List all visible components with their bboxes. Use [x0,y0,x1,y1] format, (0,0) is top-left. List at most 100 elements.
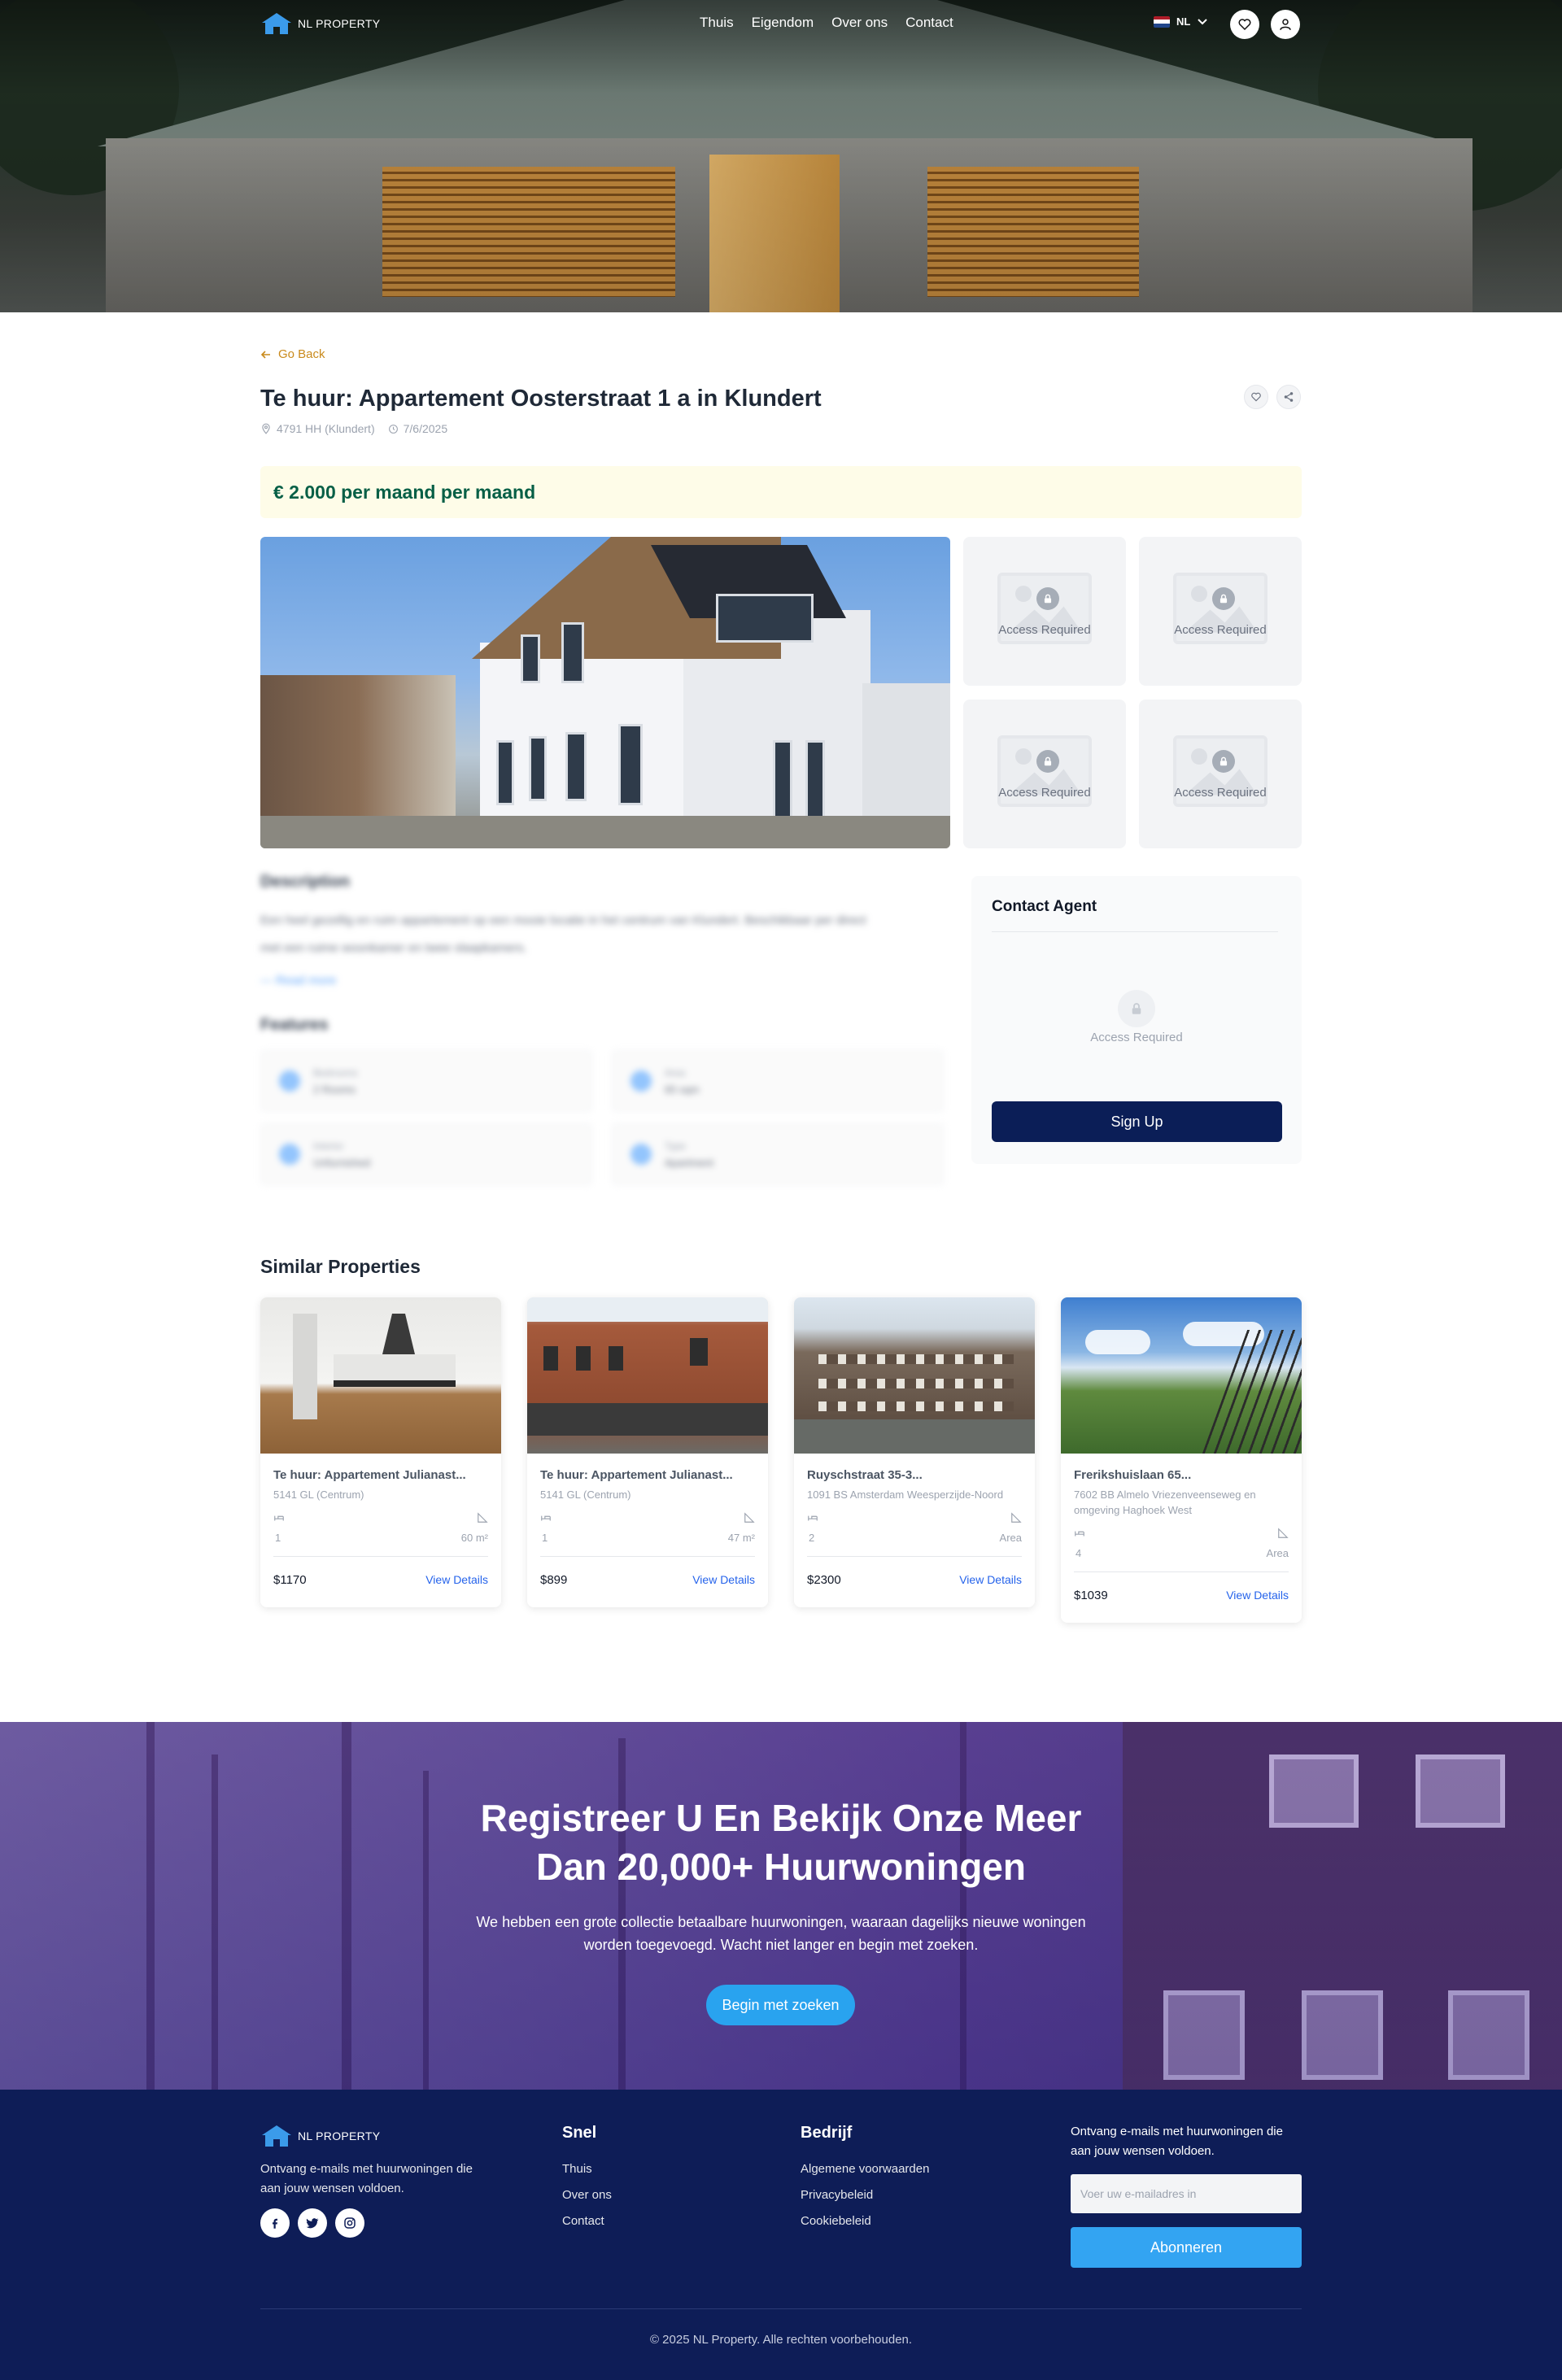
date-text: 7/6/2025 [403,422,448,435]
sign-up-button[interactable]: Sign Up [992,1101,1282,1142]
newsletter-email-input[interactable] [1071,2174,1302,2213]
view-details-link[interactable]: View Details [425,1573,488,1586]
card-address: 5141 GL (Centrum) [273,1489,364,1501]
similar-property-card[interactable]: Ruyschstraat 35-3... 1091 BS Amsterdam W… [794,1297,1035,1607]
bed-icon [808,1515,818,1521]
heart-icon [1238,19,1251,31]
feature-label: Area [665,1067,686,1079]
area-icon [1011,1512,1022,1523]
go-back-link[interactable]: Go Back [260,347,325,361]
cta-text: We hebben een grote collectie betaalbare… [472,1911,1090,1956]
bed-icon [541,1515,551,1521]
nav-link-contact[interactable]: Contact [905,15,953,31]
card-price: $2300 [807,1573,841,1587]
nav-link-thuis[interactable]: Thuis [700,15,734,31]
area-icon [630,1070,652,1092]
card-title: Ruyschstraat 35-3... [807,1468,923,1482]
card-address: 5141 GL (Centrum) [540,1489,631,1501]
facebook-icon [273,2218,277,2229]
feature-item: Bedrooms 2 Rooms [260,1050,592,1112]
property-title: Te huur: Appartement Oosterstraat 1 a in… [260,386,822,412]
site-footer: NL PROPERTY Ontvang e-mails met huurwoni… [0,2090,1562,2380]
heart-icon [1251,392,1261,402]
description-text: met een ruime woonkamer en twee slaapkam… [260,941,527,955]
date-meta: 7/6/2025 [388,422,448,435]
property-thumbnail[interactable] [794,1297,1035,1454]
house-logo-icon [262,13,291,34]
feature-label: Bedrooms [313,1067,358,1079]
card-price: $1039 [1074,1589,1108,1602]
blurred-details: Description Een heel gezellig en ruim ap… [260,873,952,1198]
instagram-button[interactable] [335,2208,364,2238]
card-beds: 2 [809,1532,815,1544]
description-text: Een heel gezellig en ruim appartement op… [260,913,866,927]
cta-text-line: We hebben een grote collectie betaalbare… [476,1914,1086,1930]
nav-link-eigendom[interactable]: Eigendom [752,15,814,31]
feature-value: 2 Rooms [313,1083,356,1096]
locked-photo-3: Access Required [963,700,1126,848]
account-button[interactable] [1271,10,1300,39]
view-details-link[interactable]: View Details [959,1573,1022,1586]
footer-logo[interactable]: NL PROPERTY [260,2124,380,2148]
card-price: $1170 [273,1573,307,1587]
bed-icon [1075,1531,1084,1537]
locked-photo-2: Access Required [1139,537,1302,686]
card-price: $899 [540,1573,568,1587]
view-details-link[interactable]: View Details [692,1573,755,1586]
start-search-button[interactable]: Begin met zoeken [706,1985,855,2025]
footer-description: Ontvang e-mails met huurwoningen die aan… [260,2162,473,2195]
access-required-label: Access Required [998,623,1091,637]
instagram-icon [344,2217,356,2229]
footer-link-terms[interactable]: Algemene voorwaarden [801,2162,929,2176]
property-thumbnail[interactable] [260,1297,501,1454]
footer-link-thuis[interactable]: Thuis [562,2162,592,2176]
area-icon [1278,1528,1289,1538]
lock-icon [1036,586,1059,610]
facebook-button[interactable] [260,2208,290,2238]
card-title: Te huur: Appartement Julianast... [273,1468,466,1482]
nav-link-over-ons[interactable]: Over ons [831,15,888,31]
feature-item: Area 65 sqm [612,1050,944,1112]
read-more-link[interactable]: — Read more [260,974,336,987]
footer-link-privacy[interactable]: Privacybeleid [801,2188,873,2202]
view-details-link[interactable]: View Details [1226,1589,1289,1602]
locked-photo-4: Access Required [1139,700,1302,848]
share-icon [1284,392,1294,402]
access-required-label: Access Required [1090,1031,1183,1044]
share-property-button[interactable] [1276,385,1301,409]
language-selector[interactable]: NL [1154,15,1208,28]
top-navbar: NL PROPERTY Thuis Eigendom Over ons Cont… [0,0,1562,49]
footer-link-over-ons[interactable]: Over ons [562,2188,612,2202]
footer-link-contact[interactable]: Contact [562,2214,604,2228]
main-property-photo[interactable] [260,537,950,848]
favorites-button[interactable] [1230,10,1259,39]
cta-heading: Registreer U En Bekijk Onze Meer Dan 20,0… [456,1794,1106,1891]
netherlands-flag-icon [1154,15,1170,28]
feature-item: Interior Unfurnished [260,1123,592,1185]
arrow-left-icon [260,350,270,359]
chevron-down-icon [1198,18,1208,24]
twitter-button[interactable] [298,2208,327,2238]
contact-agent-title: Contact Agent [992,898,1097,915]
contact-agent-panel: Contact Agent Access Required Sign Up [971,876,1302,1164]
logo[interactable]: NL PROPERTY [260,11,380,36]
language-code: NL [1176,15,1191,28]
price-text: € 2.000 per maand per maand [273,481,536,503]
similar-property-card[interactable]: Frerikshuislaan 65... 7602 BB Almelo Vri… [1061,1297,1302,1623]
footer-link-cookies[interactable]: Cookiebeleid [801,2214,871,2228]
subscribe-button[interactable]: Abonneren [1071,2227,1302,2268]
feature-item: Type Apartment [612,1123,944,1185]
feature-label: Type [665,1140,687,1152]
twitter-icon [306,2218,319,2229]
lock-icon [1212,586,1235,610]
property-thumbnail[interactable] [1061,1297,1302,1454]
sofa-icon [279,1144,300,1165]
similar-properties-heading: Similar Properties [260,1256,421,1277]
property-thumbnail[interactable] [527,1297,768,1454]
save-property-button[interactable] [1244,385,1268,409]
bed-icon [274,1515,284,1521]
area-icon [478,1512,488,1523]
access-required-label: Access Required [1174,786,1267,800]
similar-property-card[interactable]: Te huur: Appartement Julianast... 5141 G… [527,1297,768,1607]
similar-property-card[interactable]: Te huur: Appartement Julianast... 5141 G… [260,1297,501,1607]
